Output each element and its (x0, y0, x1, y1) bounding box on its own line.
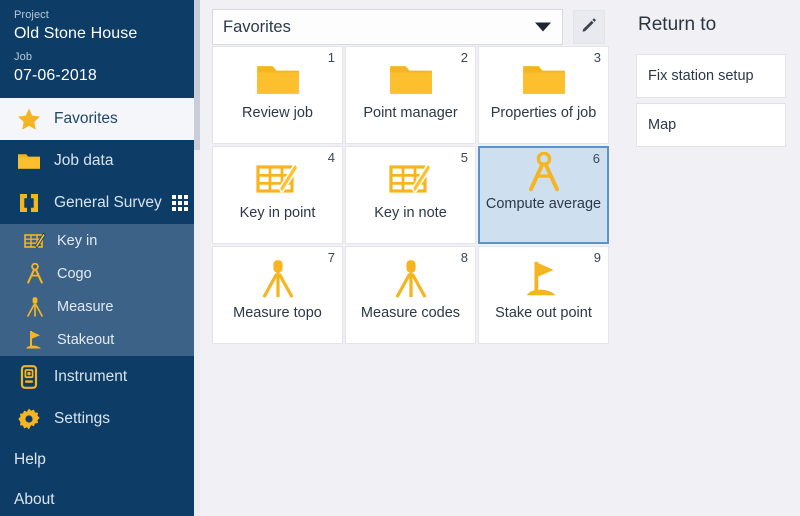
chevron-down-icon (535, 22, 551, 32)
sidebar-subitem-label: Stakeout (57, 331, 115, 348)
survey-icon (14, 188, 44, 218)
sidebar-item-label: General Survey (54, 194, 162, 212)
tile-number: 6 (592, 151, 600, 166)
folder-icon (14, 146, 44, 176)
tile-label: Measure topo (233, 305, 322, 321)
favorites-dropdown-value: Favorites (223, 17, 291, 36)
favorites-tile[interactable]: 3 Properties of job (478, 46, 609, 144)
return-to-map[interactable]: Map (636, 103, 786, 147)
pencil-icon (580, 16, 598, 39)
return-to-title: Return to (638, 14, 717, 35)
tile-number: 4 (327, 150, 335, 165)
sidebar-item-cogo[interactable]: Cogo (0, 257, 200, 290)
compass-icon (480, 148, 607, 196)
favorites-tile[interactable]: 6 Compute average (478, 146, 609, 244)
sidebar-item-label: Favorites (54, 110, 118, 128)
return-button-label: Map (648, 117, 677, 133)
sidebar-subitem-label: Cogo (57, 265, 92, 282)
compass-icon (22, 261, 48, 287)
sidebar-submenu: Key in Cogo Measure Stakeout (0, 224, 200, 356)
grid-menu-icon[interactable] (172, 195, 188, 211)
sidebar-item-label: About (14, 491, 55, 508)
edit-button[interactable] (573, 10, 605, 44)
tile-label: Key in point (239, 205, 316, 221)
tripod-icon (346, 247, 475, 305)
tripod-icon (22, 294, 48, 320)
tile-label: Stake out point (495, 305, 592, 321)
project-label: Project (14, 9, 49, 21)
favorites-tile[interactable]: 1 Review job (212, 46, 343, 144)
tile-number: 8 (460, 250, 468, 265)
tile-number: 3 (593, 50, 601, 65)
flag-icon (22, 327, 48, 353)
tile-number: 7 (327, 250, 335, 265)
tile-number: 2 (460, 50, 468, 65)
folder-icon (213, 47, 342, 105)
tile-label: Compute average (485, 196, 602, 212)
sidebar-item-help[interactable]: Help (0, 440, 200, 480)
star-icon (14, 104, 44, 134)
tile-number: 5 (460, 150, 468, 165)
sidebar-item-label: Job data (54, 152, 114, 170)
tile-number: 1 (327, 50, 335, 65)
favorites-tile[interactable]: 9 Stake out point (478, 246, 609, 344)
sidebar-item-label: Settings (54, 410, 111, 428)
favorites-dropdown[interactable]: Favorites (212, 9, 563, 45)
favorites-tile[interactable]: 2 Point manager (345, 46, 476, 144)
sidebar-item-about[interactable]: About (0, 480, 200, 516)
main-content: Favorites 1 Review job 2 Point manager 3 Prop… (200, 0, 626, 516)
sidebar-item-general-survey[interactable]: General Survey (0, 182, 200, 224)
tile-label: Properties of job (490, 105, 597, 121)
favorites-tile[interactable]: 5 Key in note (345, 146, 476, 244)
favorites-tile[interactable]: 8 Measure codes (345, 246, 476, 344)
controller-icon (14, 362, 44, 392)
sidebar-subitem-label: Measure (57, 298, 114, 315)
gear-icon (14, 404, 44, 434)
sidebar-item-label: Help (14, 451, 46, 468)
return-to-panel: Return to Fix station setup Map (626, 0, 800, 516)
sidebar-item-favorites[interactable]: Favorites (0, 98, 200, 140)
tile-label: Measure codes (360, 305, 461, 321)
sidebar-item-measure[interactable]: Measure (0, 290, 200, 323)
favorites-tile-grid: 1 Review job 2 Point manager 3 Properties of … (212, 46, 626, 344)
keyin-icon (213, 147, 342, 205)
job-label: Job (14, 51, 33, 63)
project-value: Old Stone House (14, 25, 138, 42)
return-button-label: Fix station setup (648, 68, 754, 84)
keyin-icon (346, 147, 475, 205)
toolbar: Favorites (200, 0, 626, 46)
sidebar-item-key-in[interactable]: Key in (0, 224, 200, 257)
sidebar-item-job-data[interactable]: Job data (0, 140, 200, 182)
app-root: Project Old Stone House Job 07-06-2018 F… (0, 0, 800, 516)
job-value: 07-06-2018 (14, 67, 97, 84)
sidebar-header: Project Old Stone House Job 07-06-2018 (0, 0, 200, 98)
flag-icon (479, 247, 608, 305)
favorites-tile[interactable]: 7 Measure topo (212, 246, 343, 344)
tile-label: Review job (242, 105, 313, 121)
sidebar-item-settings[interactable]: Settings (0, 398, 200, 440)
tripod-icon (213, 247, 342, 305)
sidebar-item-instrument[interactable]: Instrument (0, 356, 200, 398)
sidebar-subitem-label: Key in (57, 232, 98, 249)
sidebar-item-label: Instrument (54, 368, 128, 386)
tile-number: 9 (593, 250, 601, 265)
keyin-icon (22, 228, 48, 254)
tile-label: Point manager (363, 105, 458, 121)
sidebar-item-stakeout[interactable]: Stakeout (0, 323, 200, 356)
folder-icon (479, 47, 608, 105)
folder-icon (346, 47, 475, 105)
favorites-tile[interactable]: 4 Key in point (212, 146, 343, 244)
return-to-fix-station-setup[interactable]: Fix station setup (636, 54, 786, 98)
tile-label: Key in note (374, 205, 447, 221)
sidebar: Project Old Stone House Job 07-06-2018 F… (0, 0, 200, 516)
